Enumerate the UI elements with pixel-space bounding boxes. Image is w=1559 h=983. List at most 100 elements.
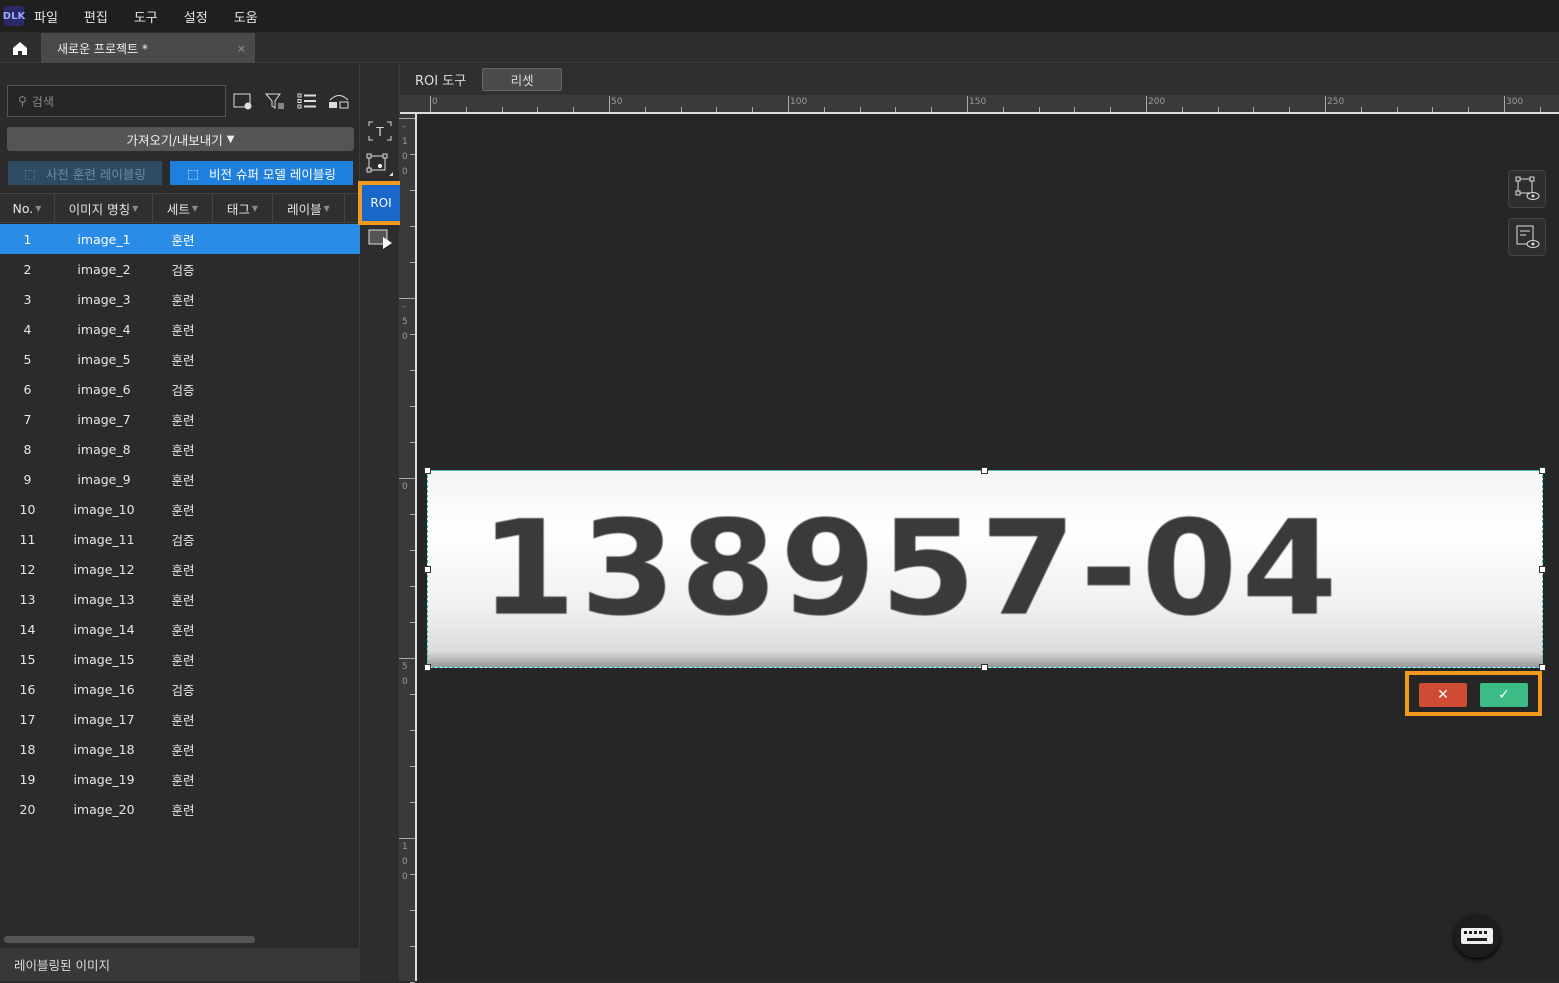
import-export-button[interactable]: 가져오기/내보내기 ▼ (7, 127, 354, 151)
row-image-name: image_7 (77, 411, 131, 427)
table-row[interactable]: 19 image_19 훈련 (0, 764, 360, 794)
ruler-label: 100 (790, 97, 808, 107)
table-row[interactable]: 8 image_8 훈련 (0, 434, 360, 464)
polygon-tool-button[interactable] (364, 150, 396, 180)
row-set: 훈련 (171, 772, 195, 788)
row-image-name: image_3 (77, 291, 131, 307)
ruler-tick (1289, 107, 1291, 112)
menu-file[interactable]: 파일 (34, 7, 58, 26)
table-row[interactable]: 17 image_17 훈련 (0, 704, 360, 734)
ruler-tick (501, 107, 503, 112)
row-image-name: image_15 (73, 651, 135, 667)
menu-edit[interactable]: 편집 (84, 7, 108, 26)
resize-handle[interactable] (424, 467, 431, 474)
column-no[interactable]: No. ▼ (0, 194, 55, 222)
layout-icon[interactable] (327, 90, 351, 112)
filter-icon[interactable] (263, 90, 287, 112)
table-row[interactable]: 18 image_18 훈련 (0, 734, 360, 764)
row-number: 19 (19, 771, 36, 787)
column-label: 세트 (166, 201, 190, 217)
ruler-label: 250 (1327, 97, 1345, 107)
row-set: 검증 (171, 262, 195, 278)
image-settings-icon[interactable] (231, 90, 255, 112)
ruler-label: 0 (432, 97, 438, 107)
ruler-label: 150 (969, 97, 987, 107)
roi-tool-button[interactable]: ROI (358, 181, 404, 225)
row-number: 6 (23, 381, 32, 397)
row-image-name: image_4 (77, 321, 131, 337)
row-number: 5 (23, 351, 32, 367)
table-row[interactable]: 20 image_20 훈련 (0, 794, 360, 824)
table-row[interactable]: 5 image_5 훈련 (0, 344, 360, 374)
table-row[interactable]: 13 image_13 훈련 (0, 584, 360, 614)
roi-selection[interactable]: 138957-04 (427, 470, 1543, 668)
text-tool-button[interactable]: T (364, 116, 396, 146)
resize-handle[interactable] (981, 467, 988, 474)
pretrained-labeling-button[interactable]: ⬚ 사전 훈련 레이블링 (8, 161, 162, 185)
column-image-name[interactable]: 이미지 명칭 ▼ (55, 194, 153, 222)
labeled-images-footer[interactable]: 레이블링된 이미지 (0, 948, 360, 981)
row-set: 훈련 (171, 292, 195, 308)
tool-column: T ROI (358, 64, 404, 981)
row-set: 훈련 (171, 742, 195, 758)
column-tag[interactable]: 태그 ▼ (213, 194, 273, 222)
home-icon[interactable] (8, 38, 32, 58)
table-header: No. ▼ 이미지 명칭 ▼ 세트 ▼ 태그 ▼ 레이블 ▼ (0, 193, 360, 223)
horizontal-scrollbar[interactable] (4, 936, 255, 943)
cancel-roi-button[interactable]: ✕ (1419, 683, 1467, 707)
ruler-tick (410, 622, 415, 623)
row-number: 15 (19, 651, 36, 667)
table-row[interactable]: 4 image_4 훈련 (0, 314, 360, 344)
resize-handle[interactable] (424, 566, 431, 573)
column-set[interactable]: 세트 ▼ (153, 194, 213, 222)
reset-button[interactable]: 리셋 (482, 68, 563, 91)
image-content-text: 138957-04 (480, 492, 1342, 645)
table-row[interactable]: 10 image_10 훈련 (0, 494, 360, 524)
resize-handle[interactable] (1539, 566, 1546, 573)
resize-handle[interactable] (981, 664, 988, 671)
table-row[interactable]: 6 image_6 검증 (0, 374, 360, 404)
tab-project[interactable]: 새로운 프로젝트 * × (41, 33, 255, 63)
table-row[interactable]: 3 image_3 훈련 (0, 284, 360, 314)
vision-super-labeling-label: 비전 슈퍼 모델 레이블링 (208, 166, 336, 182)
row-number: 9 (23, 471, 32, 487)
ruler-tick (410, 910, 415, 911)
ruler-tick (410, 730, 415, 731)
menu-tools[interactable]: 도구 (134, 7, 158, 26)
row-image-name: image_8 (77, 441, 131, 457)
column-label[interactable]: 레이블 ▼ (273, 194, 345, 222)
table-row[interactable]: 9 image_9 훈련 (0, 464, 360, 494)
table-row[interactable]: 2 image_2 검증 (0, 254, 360, 284)
vision-super-labeling-button[interactable]: ⬚ 비전 슈퍼 모델 레이블링 (170, 161, 353, 185)
menu-settings[interactable]: 설정 (184, 7, 208, 26)
table-row[interactable]: 7 image_7 훈련 (0, 404, 360, 434)
list-view-icon[interactable] (295, 90, 319, 112)
label-visibility-button[interactable] (1508, 218, 1546, 256)
ruler-label: 50 (402, 662, 408, 687)
search-placeholder: 검색 (31, 94, 54, 109)
table-row[interactable]: 1 image_1 훈련 (0, 224, 360, 254)
ruler-tick (410, 262, 415, 263)
next-image-tool-button[interactable] (364, 224, 396, 254)
confirm-roi-button[interactable]: ✓ (1480, 683, 1528, 707)
table-row[interactable]: 16 image_16 검증 (0, 674, 360, 704)
table-row[interactable]: 11 image_11 검증 (0, 524, 360, 554)
resize-handle[interactable] (1539, 664, 1546, 671)
menu-help[interactable]: 도움 (234, 7, 258, 26)
roi-visibility-button[interactable] (1508, 170, 1546, 208)
row-number: 20 (19, 801, 36, 817)
image-table: 1 image_1 훈련 2 image_2 검증 3 image_3 훈련 4 image_4 훈련… (0, 224, 360, 824)
keyboard-shortcuts-button[interactable] (1454, 914, 1500, 958)
resize-handle[interactable] (1539, 467, 1546, 474)
table-row[interactable]: 15 image_15 훈련 (0, 644, 360, 674)
resize-handle[interactable] (424, 664, 431, 671)
column-label: 이미지 명칭 (68, 201, 131, 217)
ruler-tick (410, 154, 415, 155)
table-row[interactable]: 14 image_14 훈련 (0, 614, 360, 644)
ruler-tick (399, 478, 415, 479)
ruler-tick (399, 118, 415, 119)
search-input[interactable]: ⚲ 검색 (7, 85, 226, 117)
table-row[interactable]: 12 image_12 훈련 (0, 554, 360, 584)
tab-bar: 새로운 프로젝트 * × (0, 32, 1559, 63)
tab-close-icon[interactable]: × (237, 42, 246, 55)
